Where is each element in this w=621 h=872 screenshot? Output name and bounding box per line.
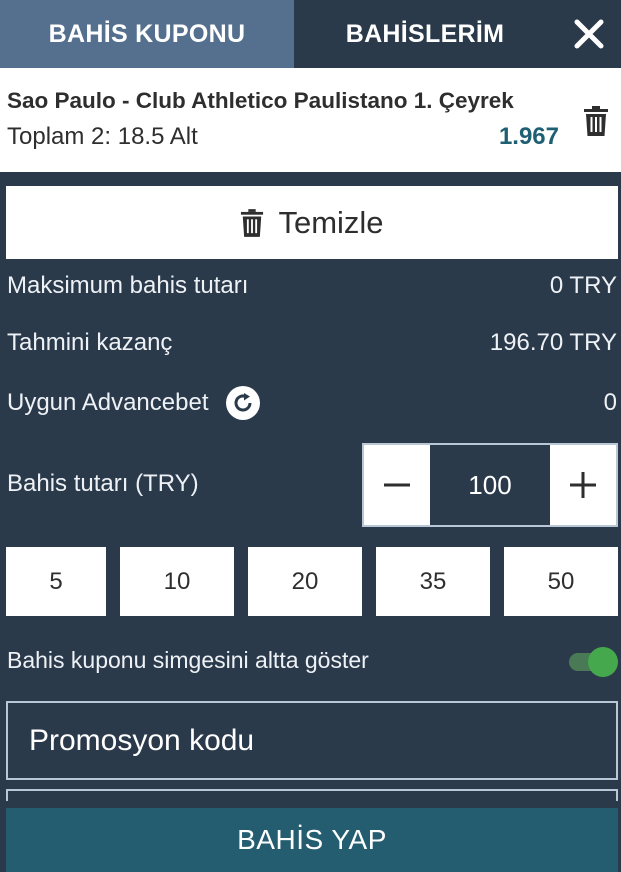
quick-amount-button[interactable]: 50 [504, 547, 618, 616]
stake-label: Bahis tutarı (TRY) [7, 470, 199, 497]
quick-amount-button[interactable]: 10 [120, 547, 234, 616]
refresh-icon[interactable] [226, 386, 261, 420]
quick-amount-button[interactable]: 20 [248, 547, 362, 616]
divider [6, 789, 618, 801]
stake-input[interactable]: 100 [430, 445, 550, 525]
plus-icon [570, 472, 596, 498]
show-slip-icon-label: Bahis kuponu simgesini altta göster [7, 647, 369, 673]
clear-button[interactable]: Temizle [6, 186, 618, 259]
minus-icon [384, 483, 410, 487]
quick-amount-button[interactable]: 35 [376, 547, 490, 616]
max-stake-row: Maksimum bahis tutarı 0 TRY [7, 270, 617, 302]
increase-button[interactable] [550, 445, 616, 525]
bet-odd: 1.967 [498, 123, 559, 150]
toggle-knob [588, 647, 618, 677]
max-stake-value: 0 TRY [549, 272, 617, 299]
show-slip-icon-toggle[interactable] [569, 646, 619, 678]
promo-code-input[interactable]: Promosyon kodu [6, 701, 618, 780]
decrease-button[interactable] [364, 445, 430, 525]
stake-stepper: 100 [362, 443, 618, 527]
bet-match-title: Sao Paulo - Club Athletico Paulistano 1.… [7, 88, 514, 113]
max-stake-label: Maksimum bahis tutarı [7, 272, 249, 299]
place-bet-button[interactable]: BAHİS YAP [6, 808, 618, 872]
estimated-win-label: Tahmini kazanç [7, 329, 173, 356]
quick-amount-button[interactable]: 5 [6, 547, 106, 616]
bet-selection-card: Sao Paulo - Club Athletico Paulistano 1.… [0, 68, 621, 172]
advancebet-value: 0 [603, 389, 617, 416]
close-icon [574, 19, 603, 49]
advancebet-label: Uygun Advancebet [7, 389, 209, 416]
tab-bar: BAHİS KUPONU BAHİSLERİM [0, 0, 621, 68]
trash-icon[interactable] [583, 106, 609, 136]
advancebet-row: Uygun Advancebet 0 [7, 384, 617, 422]
tab-my-bets[interactable]: BAHİSLERİM [294, 0, 556, 68]
trash-icon [241, 208, 264, 237]
estimated-win-row: Tahmini kazanç 196.70 TRY [7, 327, 617, 359]
estimated-win-value: 196.70 TRY [489, 329, 617, 356]
bet-market: Toplam 2: 18.5 Alt [7, 123, 198, 150]
close-button[interactable] [556, 0, 621, 68]
tab-bet-slip[interactable]: BAHİS KUPONU [0, 0, 294, 68]
clear-label: Temizle [278, 204, 384, 240]
